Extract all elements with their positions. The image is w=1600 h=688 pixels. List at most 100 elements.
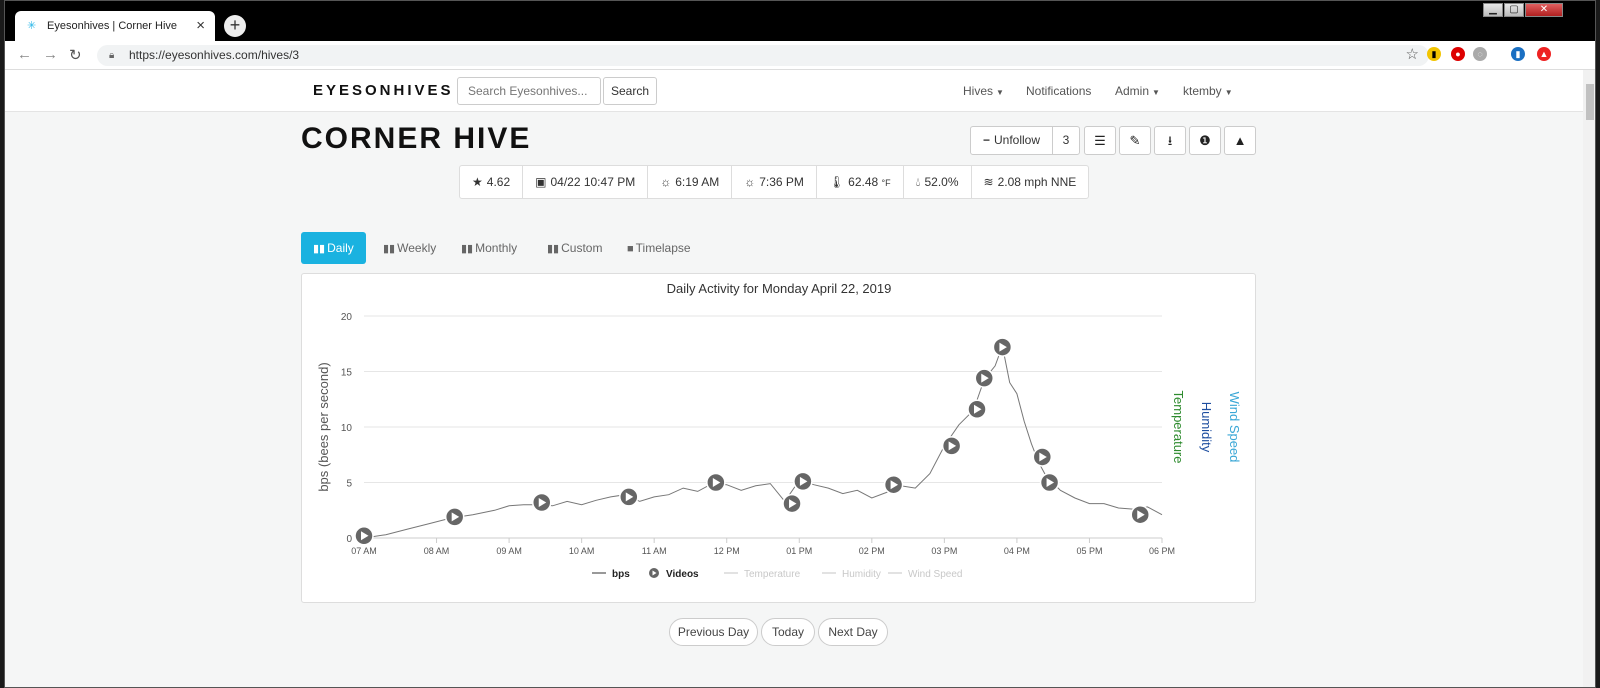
- legend-item: Wind Speed: [908, 569, 962, 580]
- wind-value: 2.08 mph NNE: [997, 175, 1077, 189]
- back-icon[interactable]: ←: [17, 46, 32, 63]
- page-title: CORNER HIVE: [301, 122, 532, 155]
- tab-timelapse[interactable]: ■ Timelapse: [615, 232, 703, 264]
- window-close-icon[interactable]: ✕: [1525, 3, 1563, 17]
- chart-title: Daily Activity for Monday April 22, 2019: [667, 281, 892, 296]
- video-camera-icon: ■: [627, 243, 634, 255]
- legend-item: bps: [612, 569, 630, 580]
- x-tick-label: 11 AM: [642, 546, 667, 556]
- scrollbar-thumb[interactable]: [1586, 84, 1594, 120]
- reload-icon[interactable]: ↻: [69, 46, 82, 64]
- nav-admin-label: Admin: [1115, 84, 1150, 98]
- search-input[interactable]: [457, 77, 601, 105]
- thermometer-icon: 🌡︎: [828, 175, 845, 189]
- hive-stats-bar: ★ 4.62 ▣ 04/22 10:47 PM ☼ 6:19 AM ☼ 7:36 PM …: [459, 165, 1090, 199]
- x-tick-label: 02 PM: [859, 546, 885, 556]
- browser-tab[interactable]: ✳ Eyesonhives | Corner Hive ×: [15, 11, 215, 41]
- y-tick-label: 15: [341, 368, 353, 379]
- x-tick-label: 08 AM: [424, 546, 450, 556]
- last-update-stat: ▣ 04/22 10:47 PM: [523, 166, 649, 198]
- follow-group: − Unfollow 3: [970, 126, 1080, 155]
- tab-close-icon[interactable]: ×: [196, 17, 205, 34]
- device-icon: ▣: [535, 175, 547, 189]
- forward-icon[interactable]: →: [43, 46, 58, 63]
- maximize-icon[interactable]: ▢: [1504, 3, 1524, 17]
- droplet-icon: 💧︎: [915, 175, 921, 189]
- page: EYESONHIVES Search Hives▼ Notifications …: [5, 70, 1583, 687]
- right-axis-label: Wind Speed: [1227, 392, 1242, 463]
- extension-icon[interactable]: ●: [1451, 47, 1465, 61]
- tab-monthly-label: Monthly: [475, 241, 518, 255]
- x-tick-label: 07 AM: [351, 546, 377, 556]
- sunrise-value: 6:19 AM: [675, 175, 720, 189]
- activity-chart: Daily Activity for Monday April 22, 2019…: [316, 281, 1242, 580]
- bookmark-star-icon[interactable]: ☆: [1406, 44, 1419, 65]
- sunrise-stat: ☼ 6:19 AM: [648, 166, 733, 198]
- x-tick-label: 03 PM: [931, 546, 957, 556]
- minimize-icon[interactable]: ▁: [1483, 3, 1503, 17]
- brand-logo[interactable]: EYESONHIVES: [313, 82, 454, 99]
- bottle-icon[interactable]: ▲: [1224, 126, 1256, 155]
- search-button[interactable]: Search: [603, 77, 657, 105]
- nav-notifications[interactable]: Notifications: [1026, 84, 1091, 98]
- sunset-icon: ☼: [744, 175, 756, 189]
- nav-admin-dropdown[interactable]: Admin ▼: [1115, 84, 1160, 98]
- sunrise-icon: ☼: [660, 175, 672, 189]
- x-tick-label: 09 AM: [496, 546, 522, 556]
- bar-chart-icon: ▮▮: [547, 243, 560, 255]
- bar-chart-icon: ▮▮: [461, 243, 474, 255]
- tab-weekly[interactable]: ▮▮ Weekly: [371, 232, 448, 264]
- y-tick-label: 5: [346, 479, 352, 490]
- tab-custom[interactable]: ▮▮ Custom: [535, 232, 614, 264]
- info-icon[interactable]: ❶: [1189, 126, 1221, 155]
- download-icon[interactable]: ⭳: [1154, 126, 1186, 155]
- bps-series-line: [363, 344, 1163, 539]
- humidity-stat: 💧︎ 52.0%: [904, 166, 972, 198]
- unfollow-label: Unfollow: [993, 133, 1041, 147]
- url-text: https://eyesonhives.com/hives/3: [129, 48, 300, 62]
- x-tick-label: 12 PM: [714, 546, 740, 556]
- y-tick-label: 0: [346, 534, 352, 545]
- legend-item: Humidity: [842, 569, 881, 580]
- bar-chart-icon: ▮▮: [313, 243, 326, 255]
- page-scrollbar[interactable]: [1583, 70, 1595, 687]
- address-bar: ← → ↻ 🔒︎ https://eyesonhives.com/hives/3…: [5, 41, 1595, 70]
- x-tick-label: 01 PM: [786, 546, 812, 556]
- url-field[interactable]: 🔒︎ https://eyesonhives.com/hives/3 ☆: [97, 45, 1429, 66]
- minus-icon: −: [982, 133, 990, 147]
- today-button[interactable]: Today: [761, 618, 815, 646]
- caret-down-icon: ▼: [1224, 88, 1233, 97]
- extension-icon[interactable]: ▮: [1511, 47, 1525, 61]
- bee-favicon-icon: ✳: [27, 20, 37, 32]
- new-tab-button[interactable]: +: [224, 15, 246, 37]
- x-tick-label: 10 AM: [569, 546, 595, 556]
- activity-chart-panel: Daily Activity for Monday April 22, 2019…: [301, 273, 1256, 603]
- y-tick-label: 20: [341, 312, 353, 323]
- tab-bar: ✳ Eyesonhives | Corner Hive × + ▁ ▢ ✕: [5, 1, 1595, 41]
- tab-monthly[interactable]: ▮▮ Monthly: [449, 232, 529, 264]
- legend-item: Temperature: [744, 569, 801, 580]
- extension-icon[interactable]: ◌: [1473, 47, 1487, 61]
- list-icon[interactable]: ☰: [1084, 126, 1116, 155]
- sunset-value: 7:36 PM: [759, 175, 804, 189]
- nav-hives-label: Hives: [963, 84, 994, 98]
- temperature-unit: °F: [881, 178, 891, 188]
- sunset-stat: ☼ 7:36 PM: [732, 166, 817, 198]
- last-update-value: 04/22 10:47 PM: [550, 175, 636, 189]
- y-tick-label: 10: [341, 423, 353, 434]
- extension-icon[interactable]: ▲: [1537, 47, 1551, 61]
- legend-item: Videos: [666, 569, 699, 580]
- unfollow-button[interactable]: − Unfollow: [971, 127, 1053, 154]
- extension-icon[interactable]: ▮: [1427, 47, 1441, 61]
- edit-icon[interactable]: ✎: [1119, 126, 1151, 155]
- tab-daily[interactable]: ▮▮ Daily: [301, 232, 366, 264]
- previous-day-button[interactable]: Previous Day: [669, 618, 758, 646]
- nav-hives-dropdown[interactable]: Hives ▼: [963, 84, 1004, 98]
- bar-chart-icon: ▮▮: [383, 243, 396, 255]
- x-tick-label: 05 PM: [1076, 546, 1102, 556]
- next-day-button[interactable]: Next Day: [818, 618, 888, 646]
- nav-user-dropdown[interactable]: ktemby ▼: [1183, 84, 1233, 98]
- temperature-value: 62.48: [848, 175, 879, 189]
- y-axis-label: bps (bees per second): [316, 362, 331, 491]
- tab-title: Eyesonhives | Corner Hive: [47, 20, 178, 32]
